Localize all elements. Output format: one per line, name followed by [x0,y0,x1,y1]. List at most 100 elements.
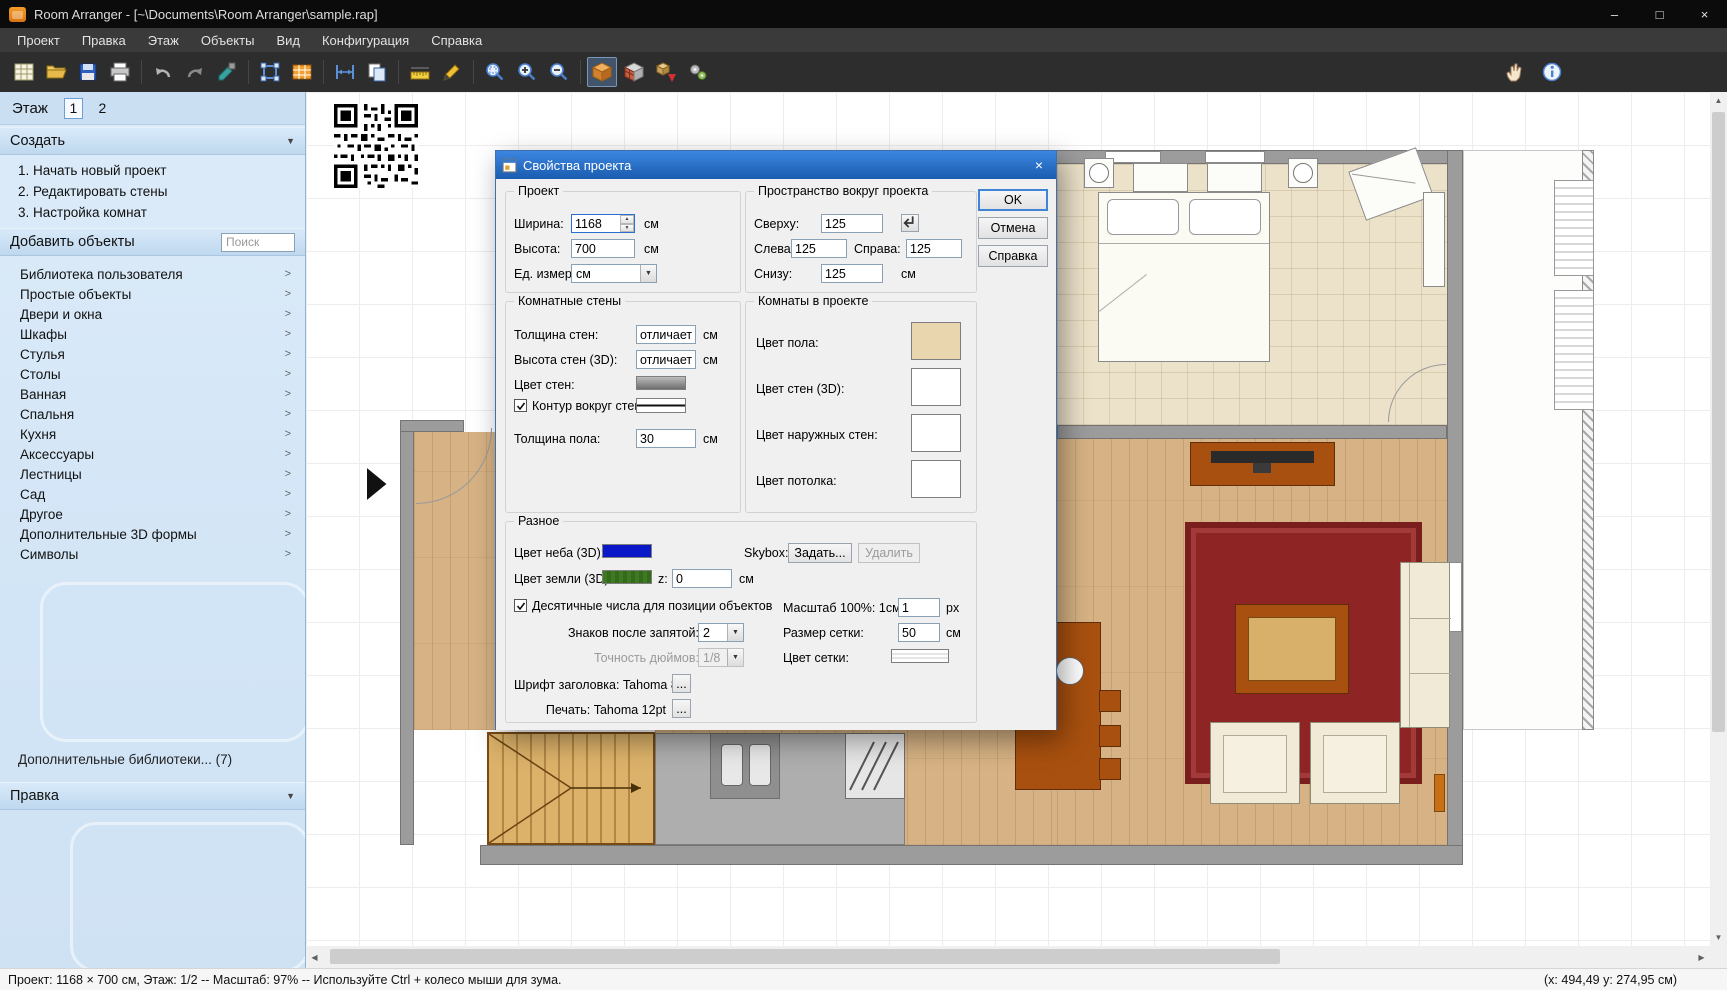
sidebar-item-doors-windows[interactable]: Двери и окна> [0,304,305,324]
floor-tab-1[interactable]: 1 [64,98,83,119]
sidebar-item-tables[interactable]: Столы> [0,364,305,384]
bedroom-closet[interactable] [1423,192,1445,287]
sidebar-item-chairs[interactable]: Стулья> [0,344,305,364]
room-walls-color-swatch[interactable] [911,368,961,406]
sofa[interactable] [1400,562,1450,728]
search-input[interactable] [221,233,295,252]
tv-cabinet[interactable] [1190,442,1335,486]
sidebar-item-kitchen[interactable]: Кухня> [0,424,305,444]
dimensions-icon[interactable] [330,57,360,87]
redo-icon[interactable] [180,57,210,87]
coffee-table[interactable] [1235,604,1349,694]
stove[interactable] [845,733,905,799]
grid-size-input[interactable] [898,623,940,642]
collapse-icon[interactable]: ▼ [286,136,295,146]
menu-project[interactable]: Проект [6,30,71,51]
section-header-add-objects[interactable]: Добавить объекты [0,228,305,256]
sidebar-item-bathroom[interactable]: Ванная> [0,384,305,404]
skybox-set-button[interactable]: Задать... [788,543,852,563]
bar-stool-1[interactable] [1099,690,1121,712]
sidebar-item-user-library[interactable]: Библиотека пользователя> [0,264,305,284]
spinner-up-icon[interactable]: ▲ [620,215,634,224]
wall-height-input[interactable] [636,350,696,369]
print-icon[interactable] [105,57,135,87]
export-3d-icon[interactable] [651,57,681,87]
lamp-left[interactable] [1089,163,1109,183]
menu-floor[interactable]: Этаж [137,30,190,51]
edit-walls-icon[interactable] [255,57,285,87]
scroll-left-icon[interactable]: ◀ [306,946,323,968]
space-top-input[interactable] [821,214,883,233]
copy-properties-icon[interactable] [362,57,392,87]
zoom-out-icon[interactable] [544,57,574,87]
format-brush-icon[interactable] [212,57,242,87]
scroll-up-icon[interactable]: ▲ [1710,92,1727,109]
collapse-icon[interactable]: ▼ [286,791,295,801]
floor-thickness-input[interactable] [636,429,696,448]
headboard-shelf-left[interactable] [1133,163,1188,192]
height-input[interactable] [571,239,635,258]
pan-hand-icon[interactable] [1499,57,1529,87]
ground-color-swatch[interactable] [602,570,652,584]
new-plan-icon[interactable] [9,57,39,87]
armchair-1[interactable] [1210,722,1300,804]
undo-icon[interactable] [148,57,178,87]
draw-walls-icon[interactable] [437,57,467,87]
sidebar-item-garden[interactable]: Сад> [0,484,305,504]
sky-color-swatch[interactable] [602,544,652,558]
sidebar-item-wardrobes[interactable]: Шкафы> [0,324,305,344]
ceiling-color-swatch[interactable] [911,460,961,498]
wall-color-swatch[interactable] [636,376,686,390]
sidebar-item-simple-objects[interactable]: Простые объекты> [0,284,305,304]
cancel-button[interactable]: Отмена [978,217,1048,239]
help-button[interactable]: Справка [978,245,1048,267]
create-item-setup-rooms[interactable]: 3. Настройка комнат [0,202,305,223]
decimal-numbers-checkbox[interactable] [514,599,527,612]
create-item-new-project[interactable]: 1. Начать новый проект [0,160,305,181]
headboard-shelf-right[interactable] [1207,163,1262,192]
close-button[interactable]: × [1682,0,1727,28]
radiator-2[interactable] [1554,290,1594,410]
horizontal-scrollbar[interactable]: ◀ ▶ [306,946,1710,968]
bed[interactable] [1098,192,1270,362]
scroll-right-icon[interactable]: ▶ [1693,946,1710,968]
sidebar-item-additional-3d[interactable]: Дополнительные 3D формы> [0,524,305,544]
menu-help[interactable]: Справка [420,30,493,51]
dialog-title-bar[interactable]: Свойства проекта × [496,151,1056,179]
save-project-icon[interactable] [73,57,103,87]
menu-configuration[interactable]: Конфигурация [311,30,420,51]
section-header-create[interactable]: Создать ▼ [0,127,305,155]
dropdown-arrow-icon[interactable]: ▼ [640,265,656,282]
kitchen-sink-unit[interactable] [710,733,780,799]
tile-grid-icon[interactable] [287,57,317,87]
bar-stool-3[interactable] [1099,758,1121,780]
vertical-scrollbar[interactable]: ▲ ▼ [1710,92,1727,946]
armchair-2[interactable] [1310,722,1400,804]
sidebar-item-accessories[interactable]: Аксессуары> [0,444,305,464]
lamp-right[interactable] [1293,163,1313,183]
scroll-down-icon[interactable]: ▼ [1710,929,1727,946]
outline-checkbox[interactable] [514,399,527,412]
render-settings-icon[interactable] [683,57,713,87]
width-spinner[interactable]: ▲ ▼ [620,215,634,232]
menu-view[interactable]: Вид [265,30,311,51]
sidebar-item-symbols[interactable]: Символы> [0,544,305,564]
staircase[interactable] [487,732,655,845]
vertical-scroll-thumb[interactable] [1712,112,1725,732]
view-3d-icon[interactable] [587,57,617,87]
grid-color-swatch[interactable] [891,649,949,663]
floor-tab-2[interactable]: 2 [93,98,112,119]
measure-icon[interactable] [405,57,435,87]
space-left-input[interactable] [791,239,847,258]
radiator-1[interactable] [1554,180,1594,276]
room-floor-color-swatch[interactable] [911,322,961,360]
ok-button[interactable]: OK [978,189,1048,211]
wall-thickness-input[interactable] [636,325,696,344]
create-item-edit-walls[interactable]: 2. Редактировать стены [0,181,305,202]
sidebar-item-bedroom[interactable]: Спальня> [0,404,305,424]
dialog-close-button[interactable]: × [1022,151,1056,179]
decimals-combo[interactable]: 2 ▼ [698,623,744,642]
zoom-to-fit-icon[interactable] [480,57,510,87]
walls-3d-icon[interactable] [619,57,649,87]
minimize-button[interactable]: – [1592,0,1637,28]
